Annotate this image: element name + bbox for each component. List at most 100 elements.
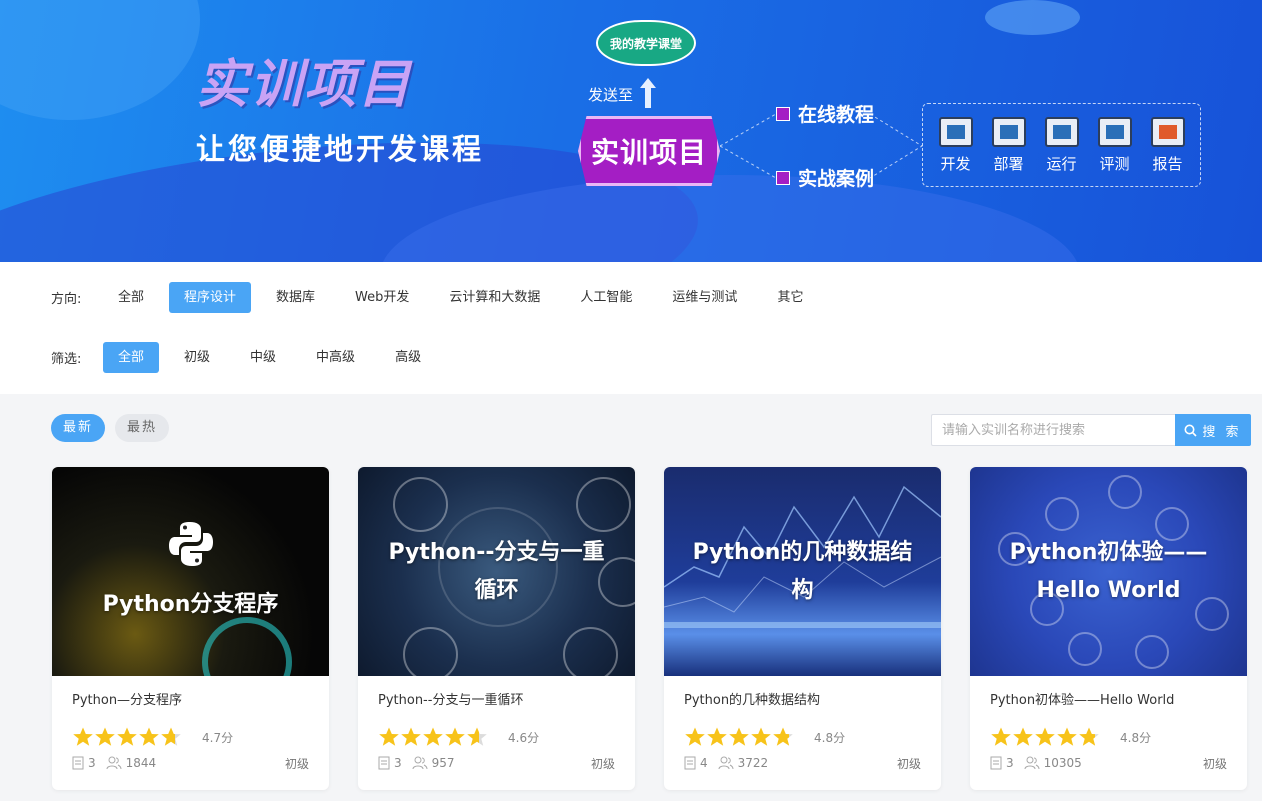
project-card[interactable]: Python的几种数据结构 Python的几种数据结构 4.8分 4 3722 … (664, 467, 941, 790)
workflow-tools: 开发 部署 运行 评测 报告 (922, 103, 1201, 187)
star-icon (1057, 727, 1077, 746)
chapters-count: 4 (684, 756, 708, 770)
search-bar: 搜 索 (931, 414, 1251, 446)
level-chip-all[interactable]: 全部 (103, 342, 160, 373)
rating-score: 4.6分 (508, 730, 540, 745)
search-input[interactable] (931, 414, 1175, 446)
rating-stars: 4.8分 (990, 726, 1227, 748)
direction-chip-all[interactable]: 全部 (103, 282, 159, 313)
level-chip-advanced[interactable]: 高级 (380, 342, 436, 373)
star-icon (1035, 727, 1055, 746)
arrow-up-icon (640, 78, 656, 108)
users-icon (412, 756, 428, 770)
square-icon (776, 106, 790, 121)
banner-decoration (985, 0, 1080, 35)
level-label: 筛选: (51, 352, 82, 367)
option-online-tutorial: 在线教程 (776, 100, 874, 127)
star-icon (773, 727, 793, 746)
learners-count: 957 (412, 756, 455, 770)
option-label: 实战案例 (798, 168, 875, 190)
star-icon (73, 727, 93, 746)
filter-panel: 方向: 全部 程序设计 数据库 Web开发 云计算和大数据 人工智能 运维与测试… (0, 262, 1262, 394)
level-chip-intermediate[interactable]: 中级 (235, 342, 291, 373)
card-thumbnail[interactable]: Python分支程序 (52, 467, 329, 676)
card-thumbnail[interactable]: Python初体验——Hello World (970, 467, 1247, 676)
cloud-upload-icon (991, 116, 1026, 147)
chapters-value: 3 (394, 756, 402, 770)
chapters-value: 3 (1006, 756, 1014, 770)
rating-stars: 4.6分 (378, 726, 615, 748)
card-title[interactable]: Python初体验——Hello World (990, 691, 1227, 711)
banner-decoration (0, 0, 200, 120)
send-to-label: 发送至 (588, 86, 634, 104)
report-icon (1150, 116, 1185, 147)
rating-score: 4.8分 (1120, 730, 1152, 745)
level-badge: 初级 (590, 756, 615, 771)
project-card[interactable]: Python--分支与一重循环 Python--分支与一重循环 4.6分 3 9… (358, 467, 635, 790)
option-practice-case: 实战案例 (776, 164, 874, 191)
server-icon (1044, 116, 1079, 147)
project-card[interactable]: Python分支程序 Python—分支程序 4.7分 3 1844 初级 (52, 467, 329, 790)
star-icon (139, 727, 159, 746)
level-chip-upper-intermediate[interactable]: 中高级 (301, 342, 370, 373)
card-title[interactable]: Python的几种数据结构 (684, 691, 921, 711)
level-chip-beginner[interactable]: 初级 (169, 342, 225, 373)
learners-count: 3722 (718, 756, 768, 770)
star-icon (729, 727, 749, 746)
star-icon (685, 727, 705, 746)
cloud-label: 我的教学课堂 (609, 36, 682, 51)
users-icon (718, 756, 734, 770)
connector-lines (870, 113, 923, 179)
sort-hottest-tab[interactable]: 最热 (115, 414, 170, 442)
direction-chip-ai[interactable]: 人工智能 (565, 282, 647, 313)
level-badge: 初级 (284, 756, 309, 771)
learners-count: 10305 (1024, 756, 1082, 770)
search-icon (1184, 424, 1197, 437)
chapters-count: 3 (72, 756, 96, 770)
project-badge: 实训项目 (578, 116, 720, 186)
direction-chip-cloud-bigdata[interactable]: 云计算和大数据 (434, 282, 555, 313)
direction-chip-database[interactable]: 数据库 (261, 282, 330, 313)
card-title[interactable]: Python--分支与一重循环 (378, 691, 615, 711)
tool-label: 部署 (993, 154, 1024, 173)
level-badge: 初级 (896, 756, 921, 771)
sort-newest-tab[interactable]: 最新 (51, 414, 106, 442)
star-icon (445, 727, 465, 746)
card-thumbnail[interactable]: Python--分支与一重循环 (358, 467, 635, 676)
connector-lines (720, 113, 777, 179)
chapters-value: 3 (88, 756, 96, 770)
rating-score: 4.8分 (814, 730, 846, 745)
direction-chip-other[interactable]: 其它 (762, 282, 818, 313)
tool-develop: 开发 (938, 116, 973, 174)
star-icon (991, 727, 1011, 746)
search-button[interactable]: 搜 索 (1175, 414, 1251, 446)
chapters-count: 3 (378, 756, 402, 770)
card-title[interactable]: Python—分支程序 (72, 691, 309, 711)
direction-chip-ops-testing[interactable]: 运维与测试 (657, 282, 752, 313)
tool-deploy: 部署 (991, 116, 1026, 174)
learners-value: 10305 (1043, 756, 1082, 770)
banner-subtitle: 让您便捷地开发课程 (196, 132, 485, 166)
direction-chip-programming[interactable]: 程序设计 (169, 282, 252, 313)
rating-stars: 4.7分 (72, 726, 309, 748)
star-icon (379, 727, 399, 746)
document-icon (684, 756, 696, 770)
direction-filter-row: 方向: 全部 程序设计 数据库 Web开发 云计算和大数据 人工智能 运维与测试… (51, 282, 828, 313)
direction-chip-web[interactable]: Web开发 (340, 282, 424, 313)
card-thumb-title: Python的几种数据结构 (692, 539, 913, 603)
tool-label: 开发 (940, 154, 971, 173)
star-icon (707, 727, 727, 746)
chapters-count: 3 (990, 756, 1014, 770)
learners-count: 1844 (106, 756, 156, 770)
star-icon (401, 727, 421, 746)
star-icon (95, 727, 115, 746)
tool-run: 运行 (1044, 116, 1079, 174)
python-logo-icon (168, 522, 213, 566)
project-card[interactable]: Python初体验——Hello World Python初体验——Hello … (970, 467, 1247, 790)
document-icon (72, 756, 84, 770)
level-filter-row: 筛选: 全部 初级 中级 中高级 高级 (51, 342, 446, 373)
card-thumbnail[interactable]: Python的几种数据结构 (664, 467, 941, 676)
tool-label: 报告 (1152, 154, 1183, 173)
banner-title: 实训项目 (196, 55, 413, 115)
star-icon (751, 727, 771, 746)
